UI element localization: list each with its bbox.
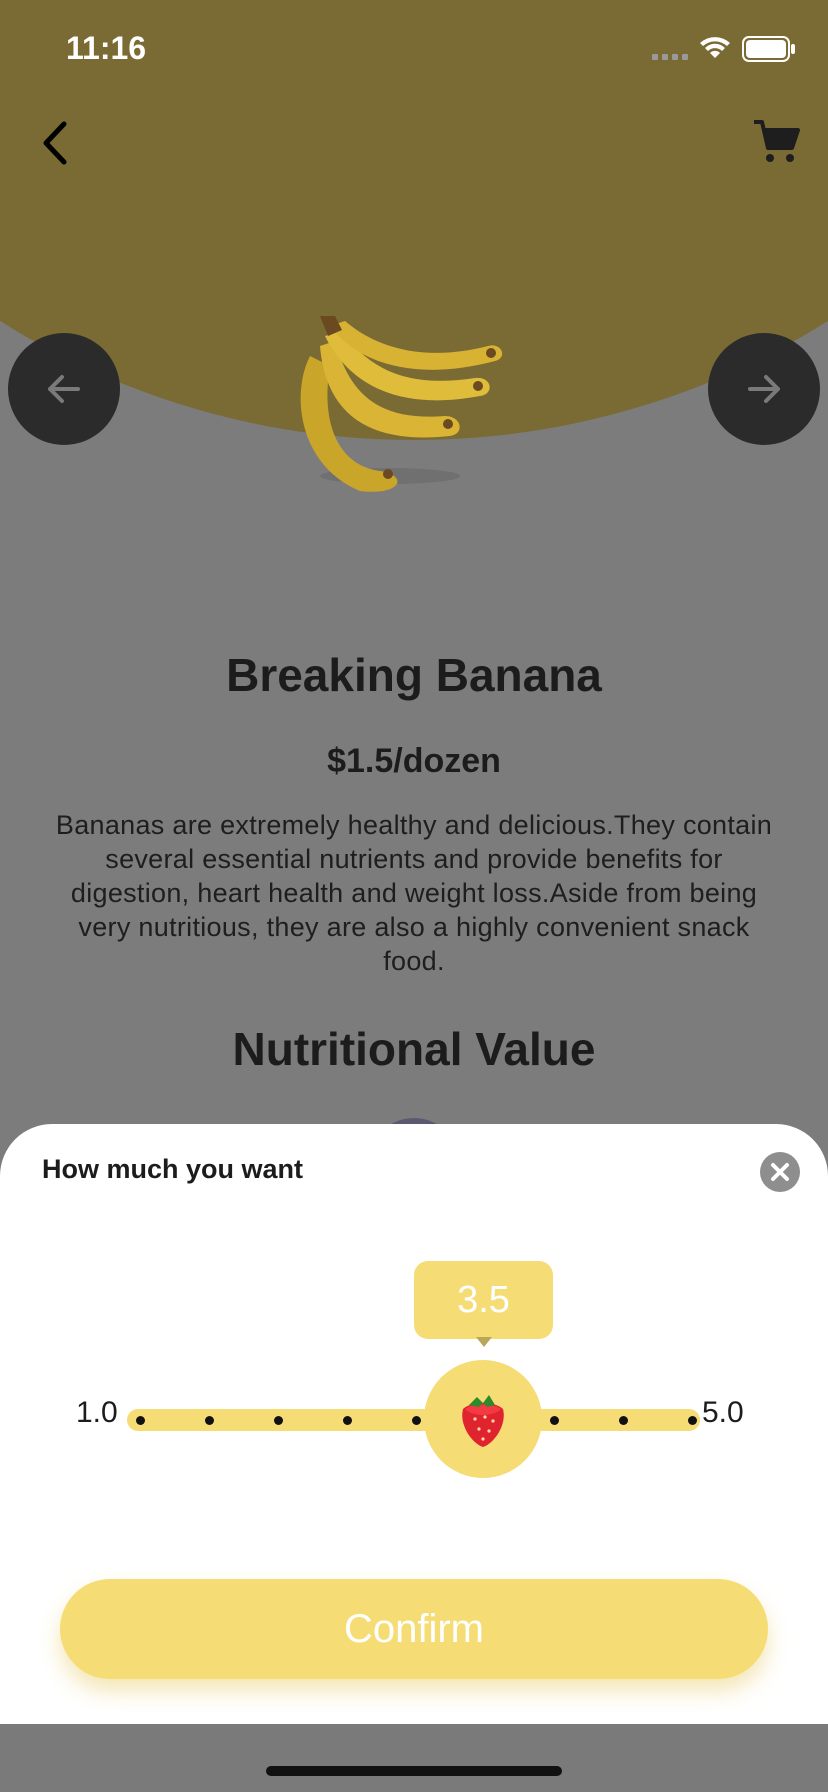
slider-tick (136, 1416, 145, 1425)
nutritional-value-heading: Nutritional Value (232, 1023, 596, 1075)
slider-tick (343, 1416, 352, 1425)
slider-max-label: 5.0 (702, 1396, 744, 1429)
strawberry-icon (462, 1395, 504, 1447)
slider-thumb[interactable] (424, 1360, 542, 1478)
slider-tick (550, 1416, 559, 1425)
sheet-title: How much you want (42, 1154, 304, 1184)
status-time: 11:16 (66, 30, 147, 66)
arrow-right-icon (748, 375, 780, 403)
confirm-button[interactable]: Confirm (60, 1579, 768, 1679)
close-button[interactable] (760, 1152, 800, 1192)
arrow-left-icon (48, 375, 80, 403)
bottom-overlay (0, 1724, 828, 1792)
home-indicator[interactable] (266, 1766, 562, 1776)
chevron-left-icon[interactable] (36, 118, 76, 168)
battery-icon (742, 36, 795, 62)
banana-image (300, 316, 503, 492)
product-price: $1.5/dozen (327, 742, 501, 780)
quantity-slider-track[interactable] (127, 1409, 700, 1431)
close-icon (771, 1163, 789, 1181)
slider-tick (274, 1416, 283, 1425)
product-title: Breaking Banana (226, 649, 602, 701)
wifi-icon (700, 37, 730, 58)
product-description: Bananas are extremely healthy and delici… (55, 810, 773, 976)
slider-tick (412, 1416, 421, 1425)
quantity-bottom-sheet: How much you want 3.5 1.0 5.0 Confirm (0, 1124, 828, 1724)
slider-tick (619, 1416, 628, 1425)
cart-icon[interactable] (752, 118, 800, 166)
tooltip-pointer (476, 1337, 492, 1347)
slider-min-label: 1.0 (76, 1396, 118, 1429)
slider-tick (205, 1416, 214, 1425)
previous-product-button[interactable] (8, 333, 120, 445)
next-product-button[interactable] (708, 333, 820, 445)
status-bar: 11:16 (0, 0, 828, 100)
slider-value-tooltip: 3.5 (414, 1261, 553, 1339)
product-detail-screen: 11:16 Breaking Banana $1.5/dozen Bananas… (0, 0, 828, 1792)
slider-tick (688, 1416, 697, 1425)
signal-icon (652, 54, 688, 60)
